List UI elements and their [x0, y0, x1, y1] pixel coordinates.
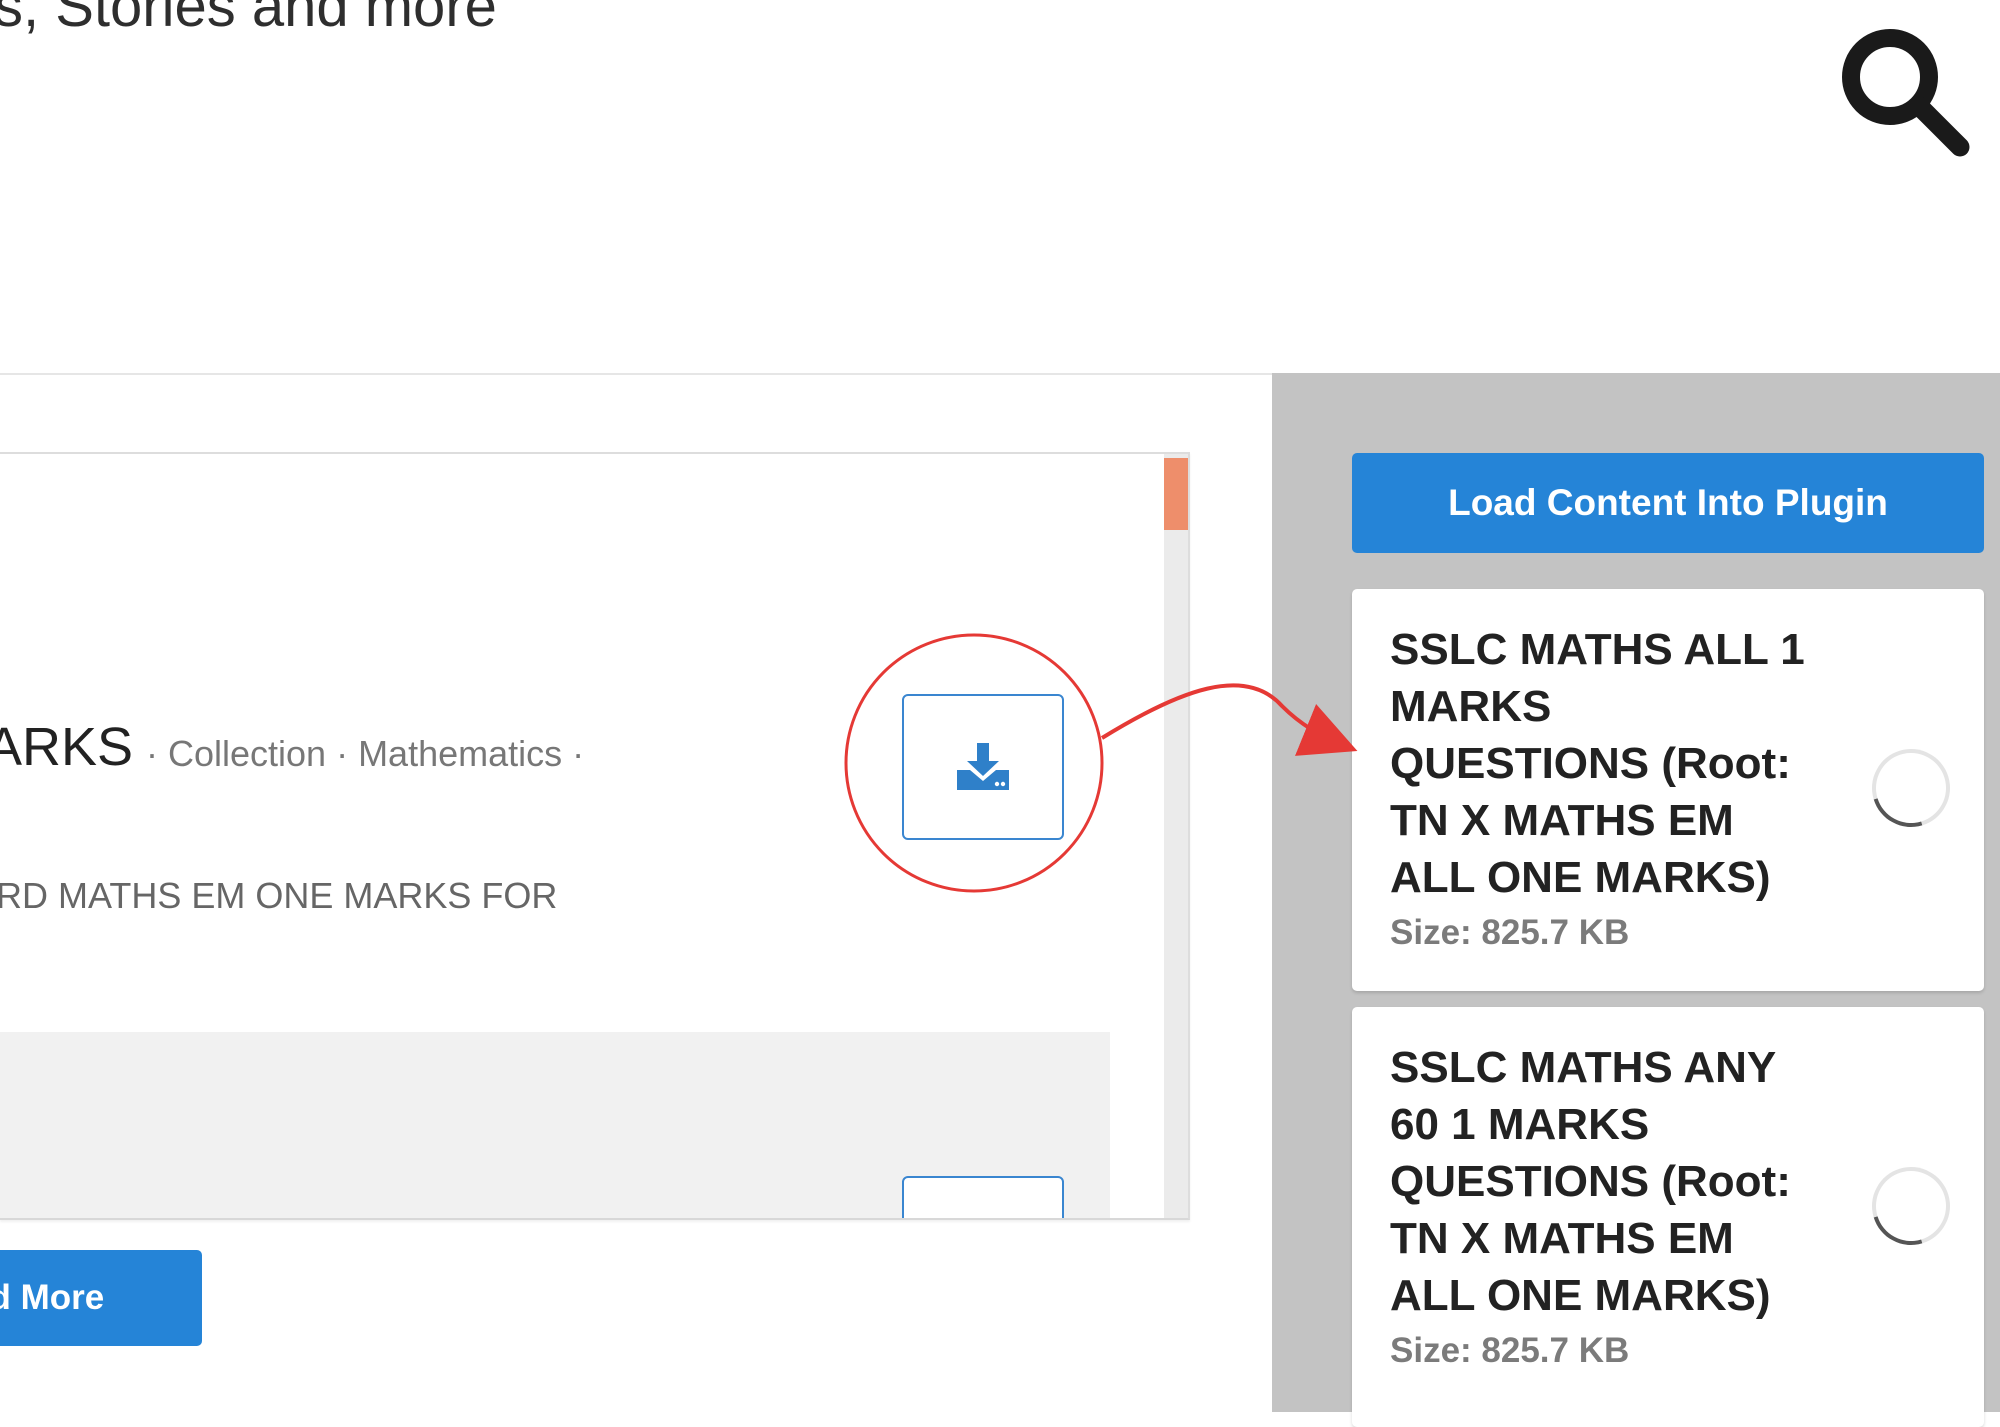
header-divider	[0, 373, 1272, 375]
load-content-into-plugin-button[interactable]: Load Content Into Plugin	[1352, 453, 1984, 553]
content-card-size: Size: 825.7 KB	[1390, 913, 1630, 952]
result-description: ARD MATHS EM ONE MARKS FOR	[0, 875, 558, 916]
load-more-label: ad More	[0, 1278, 105, 1317]
result-title[interactable]: ARKS	[0, 720, 133, 774]
content-card[interactable]: SSLC MATHS ALL 1 MARKS QUESTIONS (Root: …	[1352, 589, 1984, 991]
loading-spinner-icon	[1858, 735, 1964, 841]
search-results-panel: ARKS · Collection · Mathematics · ARD MA…	[0, 452, 1190, 1220]
content-card-title: SSLC MATHS ALL 1 MARKS QUESTIONS (Root: …	[1390, 625, 1805, 902]
download-button[interactable]	[902, 694, 1064, 840]
search-button[interactable]	[1830, 20, 1980, 160]
result-meta: · Collection · Mathematics ·	[146, 733, 585, 774]
content-card-title: SSLC MATHS ANY 60 1 MARKS QUESTIONS (Roo…	[1390, 1043, 1791, 1320]
search-icon	[1842, 29, 1970, 157]
page-title: s, Stories and more	[0, 0, 497, 39]
load-more-button[interactable]: ad More	[0, 1250, 202, 1346]
plugin-sidebar: Load Content Into Plugin SSLC MATHS ALL …	[1272, 373, 2000, 1427]
next-download-button[interactable]	[902, 1176, 1064, 1218]
content-card[interactable]: SSLC MATHS ANY 60 1 MARKS QUESTIONS (Roo…	[1352, 1007, 1984, 1427]
content-card-size: Size: 825.7 KB	[1390, 1331, 1630, 1370]
results-scrollbar-thumb[interactable]	[1164, 458, 1188, 530]
loading-spinner-icon	[1858, 1153, 1964, 1259]
download-icon	[957, 743, 1009, 790]
results-scrollbar[interactable]	[1164, 454, 1188, 1218]
